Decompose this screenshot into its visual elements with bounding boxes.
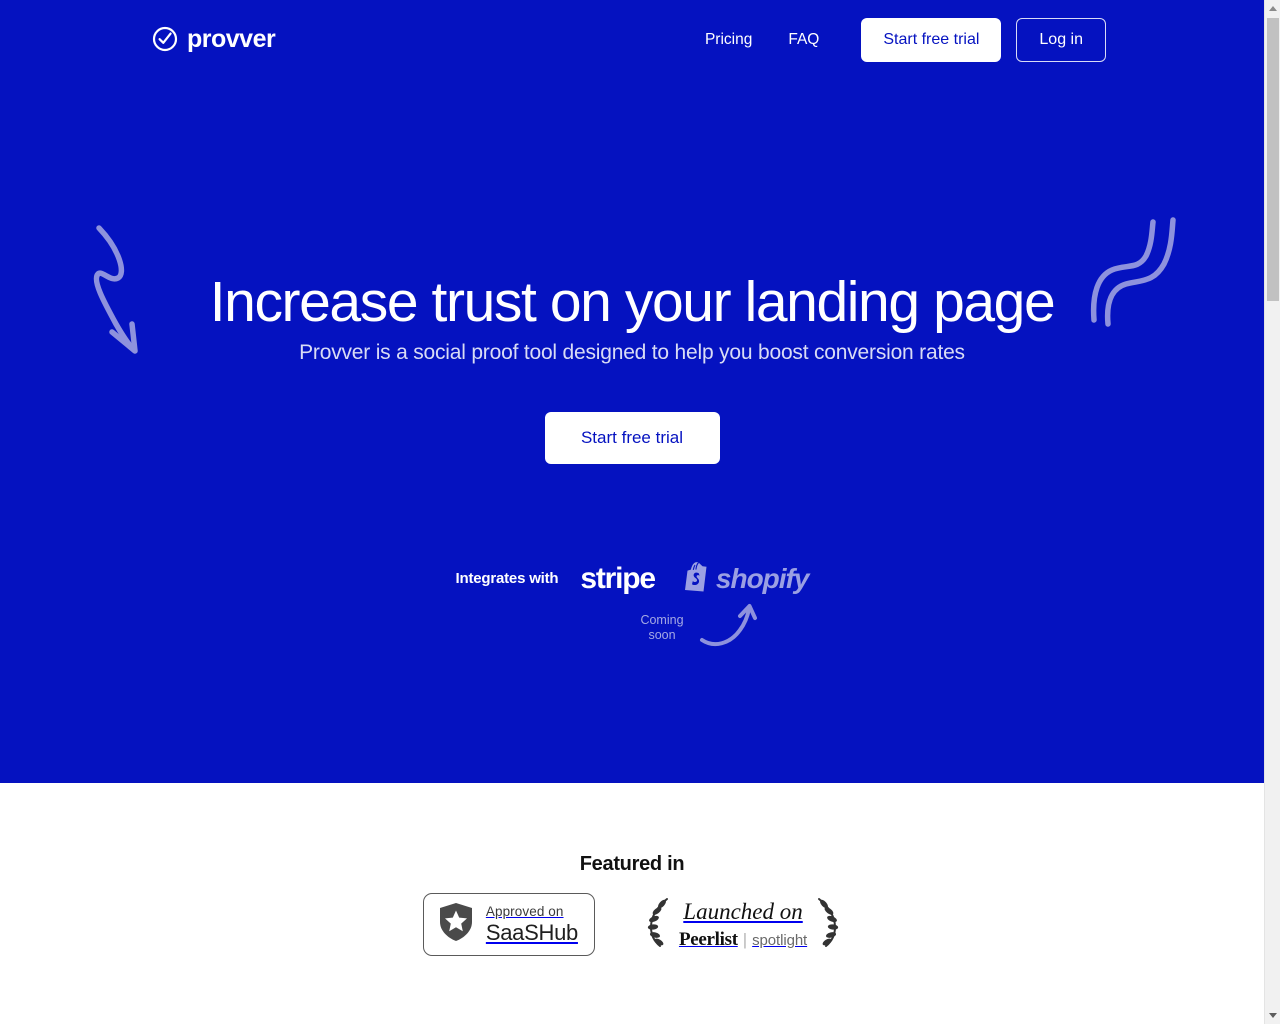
- laurel-wreath-left-icon: [645, 895, 673, 954]
- peerlist-brand-text: Peerlist: [678, 929, 738, 950]
- shopify-logo: shopify: [681, 560, 809, 597]
- saashub-text: Approved on SaaSHub: [486, 905, 578, 944]
- peerlist-bottom-row: Peerlist | spotlight: [679, 930, 807, 949]
- saashub-bottom-text: SaaSHub: [485, 919, 578, 945]
- scroll-down-arrow-icon[interactable]: [1265, 1007, 1280, 1024]
- scrollbar-thumb[interactable]: [1267, 18, 1279, 301]
- hero-start-free-trial-button[interactable]: Start free trial: [544, 412, 720, 464]
- page-scrollbar[interactable]: [1264, 0, 1280, 1024]
- hero-subheadline: Provver is a social proof tool designed …: [299, 341, 965, 364]
- coming-soon-annotation: Coming soon: [0, 604, 1264, 655]
- saashub-badge[interactable]: Approved on SaaSHub: [422, 893, 595, 956]
- coming-soon-line-2: soon: [648, 628, 676, 642]
- integrations-row: Integrates with stripe shopify: [0, 560, 1264, 597]
- peerlist-divider: |: [742, 930, 748, 949]
- featured-title: Featured in: [579, 853, 685, 875]
- hero-cta-container: Start free trial: [0, 412, 1264, 464]
- peerlist-suffix-text: spotlight: [752, 932, 808, 949]
- coming-soon-line-1: Coming: [640, 613, 684, 627]
- stripe-logo: stripe: [580, 561, 656, 595]
- featured-section: Featured in Approved on SaaSHub Launched…: [0, 783, 1264, 1024]
- integrates-with-label: Integrates with: [455, 570, 559, 587]
- hero-section: provver Pricing FAQ Start free trial Log…: [0, 0, 1264, 783]
- shopify-bag-icon: [681, 560, 711, 597]
- shopify-wordmark: shopify: [715, 562, 810, 594]
- curved-arrow-up-icon: [698, 600, 758, 655]
- peerlist-top-text: Launched on: [683, 899, 803, 924]
- hero-headline: Increase trust on your landing page: [209, 270, 1056, 334]
- peerlist-text: Launched on Peerlist | spotlight: [679, 900, 807, 949]
- browser-viewport: provver Pricing FAQ Start free trial Log…: [0, 0, 1280, 1024]
- shield-star-icon: [437, 901, 475, 948]
- scroll-up-arrow-icon[interactable]: [1265, 0, 1280, 17]
- landing-page: provver Pricing FAQ Start free trial Log…: [0, 0, 1264, 1024]
- saashub-top-text: Approved on: [485, 904, 564, 920]
- peerlist-badge[interactable]: Launched on Peerlist | spotlight: [645, 895, 841, 954]
- hero-content: Increase trust on your landing page Prov…: [0, 0, 1264, 783]
- laurel-wreath-right-icon: [813, 895, 841, 954]
- coming-soon-label: Coming soon: [635, 613, 689, 643]
- featured-badges: Approved on SaaSHub Launched on Peerlist…: [0, 893, 1264, 956]
